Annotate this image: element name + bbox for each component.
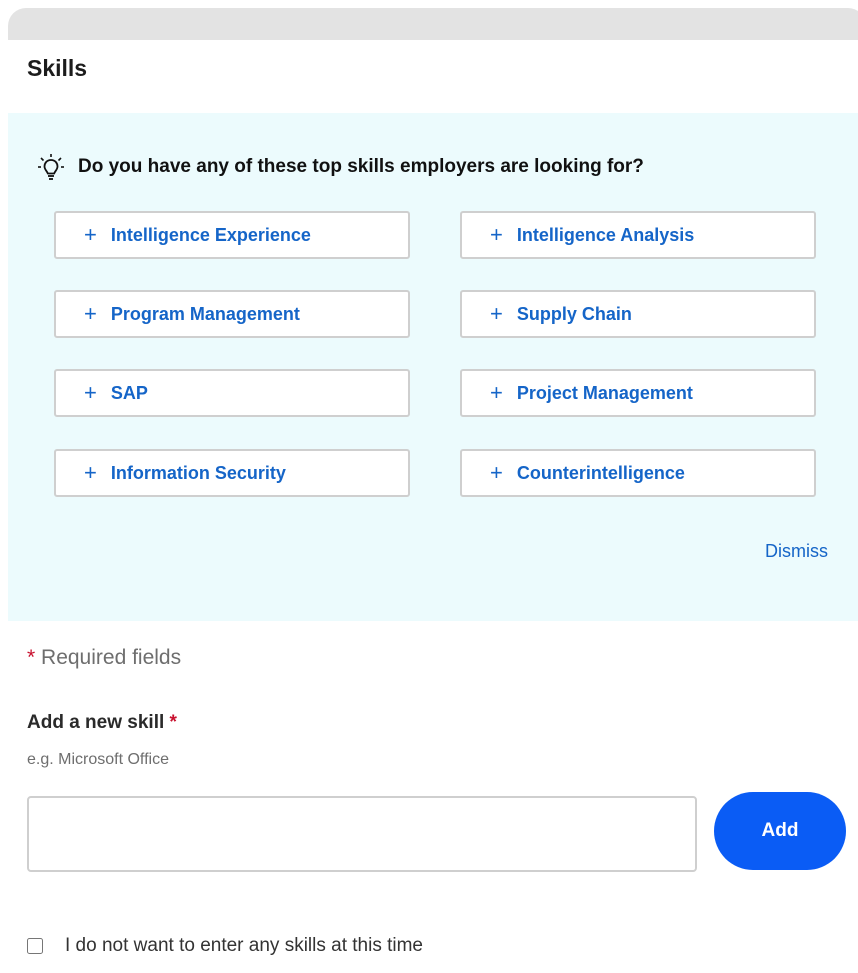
add-skill-label: Add a new skill * — [27, 712, 177, 734]
add-skill-counterintelligence[interactable]: + Counterintelligence — [460, 449, 816, 497]
no-skills-option[interactable]: I do not want to enter any skills at thi… — [27, 935, 423, 957]
skill-suggestion-label: Intelligence Experience — [110, 224, 311, 245]
plus-icon: + — [84, 301, 97, 326]
card-top-bar — [8, 8, 858, 40]
plus-icon: + — [490, 380, 503, 405]
suggestions-heading: Do you have any of these top skills empl… — [38, 153, 644, 181]
required-star: * — [169, 712, 177, 733]
add-skill-project-management[interactable]: + Project Management — [460, 369, 816, 417]
add-skill-intelligence-experience[interactable]: + Intelligence Experience — [54, 211, 410, 259]
suggestions-heading-text: Do you have any of these top skills empl… — [78, 156, 644, 177]
plus-icon: + — [84, 460, 97, 485]
skill-suggestion-label: Project Management — [516, 382, 693, 403]
plus-icon: + — [84, 380, 97, 405]
add-skill-supply-chain[interactable]: + Supply Chain — [460, 290, 816, 338]
add-skill-button[interactable]: Add — [714, 792, 846, 870]
plus-icon: + — [490, 460, 503, 485]
section-title: Skills — [27, 55, 88, 81]
no-skills-checkbox[interactable] — [27, 938, 43, 954]
new-skill-input[interactable] — [27, 796, 697, 872]
skills-card: Skills Do you have any of these top skil… — [8, 8, 858, 973]
skill-suggestion-label: Counterintelligence — [516, 462, 685, 483]
plus-icon: + — [490, 222, 503, 247]
required-fields-text: Required fields — [41, 646, 182, 669]
skill-suggestion-label: Program Management — [110, 303, 300, 324]
skill-suggestion-label: Intelligence Analysis — [516, 224, 695, 245]
add-skill-label-text: Add a new skill — [27, 712, 165, 733]
dismiss-link[interactable]: Dismiss — [765, 541, 828, 562]
skill-suggestion-label: SAP — [110, 382, 148, 403]
add-skill-sap[interactable]: + SAP — [54, 369, 410, 417]
add-skill-hint: e.g. Microsoft Office — [27, 751, 169, 768]
plus-icon: + — [490, 301, 503, 326]
no-skills-label: I do not want to enter any skills at thi… — [65, 935, 424, 956]
skill-suggestions-panel: Do you have any of these top skills empl… — [8, 113, 858, 621]
add-skill-program-management[interactable]: + Program Management — [54, 290, 410, 338]
add-skill-intelligence-analysis[interactable]: + Intelligence Analysis — [460, 211, 816, 259]
add-skill-information-security[interactable]: + Information Security — [54, 449, 410, 497]
plus-icon: + — [84, 222, 97, 247]
lightbulb-icon — [38, 154, 64, 180]
skill-suggestion-label: Information Security — [110, 462, 286, 483]
skill-suggestion-label: Supply Chain — [516, 303, 632, 324]
required-fields-note: * Required fields — [27, 646, 181, 670]
required-star: * — [27, 646, 36, 669]
